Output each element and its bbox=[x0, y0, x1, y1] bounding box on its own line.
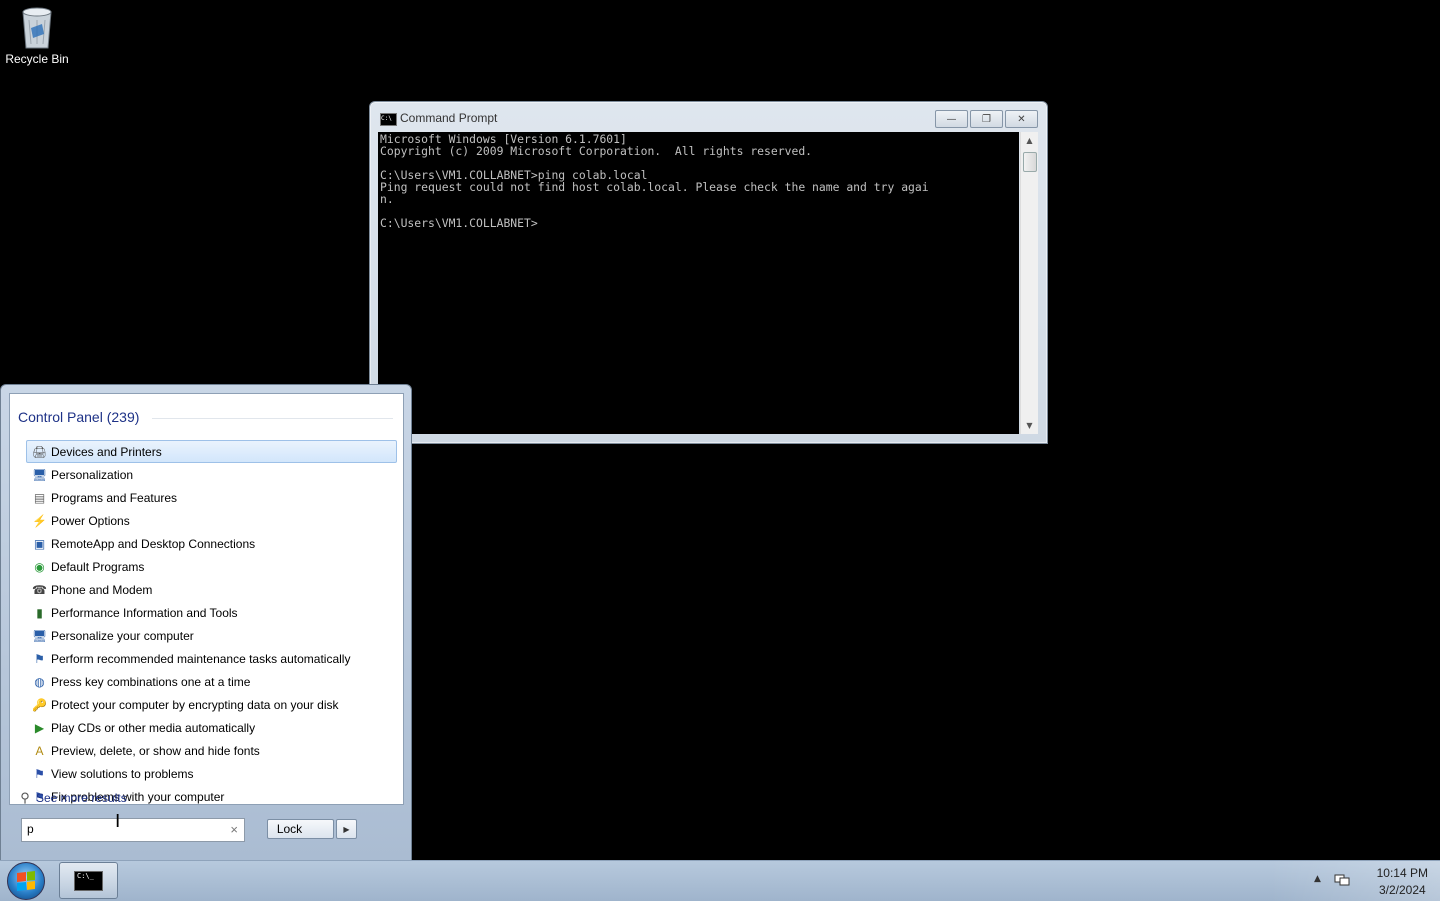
performance-icon: ▮ bbox=[36, 605, 43, 620]
restore-icon: ❐ bbox=[982, 113, 991, 125]
see-more-results-label: See more results bbox=[36, 791, 127, 805]
console-text: Microsoft Windows [Version 6.1.7601] Cop… bbox=[380, 132, 929, 230]
window-titlebar[interactable]: C:\ Command Prompt — ❐ ✕ bbox=[370, 102, 1047, 132]
result-item-label: Personalization bbox=[51, 467, 134, 482]
recycle-bin-label: Recycle Bin bbox=[5, 52, 69, 66]
result-item[interactable]: ⚑ View solutions to problems bbox=[26, 762, 397, 785]
result-item-label: Preview, delete, or show and hide fonts bbox=[51, 743, 260, 758]
power-icon: ⚡ bbox=[32, 513, 47, 528]
result-item[interactable]: ▤ Programs and Features bbox=[26, 486, 397, 509]
result-item[interactable]: ◍ Press key combinations one at a time bbox=[26, 670, 397, 693]
search-icon: ⚲ bbox=[20, 790, 30, 805]
clock-date: 3/2/2024 bbox=[1378, 883, 1426, 897]
result-item-label: Protect your computer by encrypting data… bbox=[51, 697, 339, 712]
printer-icon: 🖨 bbox=[31, 444, 48, 459]
window-controls: — ❐ ✕ bbox=[933, 110, 1038, 128]
recycle-bin-icon bbox=[18, 6, 56, 50]
notification-area: ▲ 10:14 PM 3/2/2024 bbox=[1270, 861, 1440, 901]
recycle-bin[interactable]: Recycle Bin bbox=[4, 6, 70, 66]
start-search-box[interactable]: × bbox=[21, 818, 245, 842]
result-item-label: View solutions to problems bbox=[51, 766, 194, 781]
minimize-button[interactable]: — bbox=[935, 110, 968, 128]
programs-icon: ▤ bbox=[33, 490, 46, 505]
result-item-label: Perform recommended maintenance tasks au… bbox=[51, 651, 351, 666]
search-results-pane: Control Panel (239) 🖨 Devices and Printer… bbox=[9, 393, 404, 805]
system-clock[interactable]: 10:14 PM 3/2/2024 bbox=[1377, 865, 1428, 899]
autoplay-icon: ▶ bbox=[34, 720, 45, 735]
shutdown-options-button[interactable]: ▶ bbox=[336, 819, 357, 839]
taskbar: C:\_ ▲ 10:14 PM 3/2/2024 bbox=[0, 860, 1440, 901]
result-item[interactable]: 🔑 Protect your computer by encrypting dat… bbox=[26, 693, 397, 716]
result-item[interactable]: 🖨 Devices and Printers bbox=[26, 440, 397, 463]
fonts-icon: A bbox=[35, 743, 44, 758]
see-more-results-link[interactable]: ⚲ See more results bbox=[18, 790, 127, 805]
result-item[interactable]: ☎ Phone and Modem bbox=[26, 578, 397, 601]
show-hidden-icons-icon[interactable]: ▲ bbox=[1314, 874, 1321, 884]
bitlocker-icon: 🔑 bbox=[32, 697, 47, 712]
scroll-thumb[interactable] bbox=[1023, 152, 1037, 172]
phone-icon: ☎ bbox=[32, 582, 47, 597]
vertical-scrollbar[interactable]: ▲ ▼ bbox=[1020, 132, 1038, 434]
default-programs-icon: ◉ bbox=[34, 559, 45, 574]
result-item-label: Press key combinations one at a time bbox=[51, 674, 251, 689]
monitor-icon: 🖥 bbox=[31, 628, 48, 643]
result-item[interactable]: 🖥 Personalize your computer bbox=[26, 624, 397, 647]
ease-of-access-icon: ◍ bbox=[34, 674, 45, 689]
result-item[interactable]: ▶ Play CDs or other media automatically bbox=[26, 716, 397, 739]
taskbar-command-prompt[interactable]: C:\_ bbox=[59, 862, 118, 899]
scroll-down-arrow-icon[interactable]: ▼ bbox=[1021, 417, 1038, 434]
monitor-icon: 🖥 bbox=[31, 467, 48, 482]
results-list: 🖨 Devices and Printers 🖥 Personalization ▤ Pr… bbox=[26, 440, 397, 808]
results-section-header[interactable]: Control Panel (239) bbox=[18, 409, 139, 425]
network-icon[interactable] bbox=[1334, 873, 1350, 887]
result-item-label: Phone and Modem bbox=[51, 582, 153, 597]
result-item[interactable]: ⚡ Power Options bbox=[26, 509, 397, 532]
result-item-label: RemoteApp and Desktop Connections bbox=[51, 536, 256, 551]
result-item-label: Power Options bbox=[51, 513, 130, 528]
window-title: Command Prompt bbox=[400, 111, 498, 125]
clear-search-icon[interactable]: × bbox=[230, 822, 238, 837]
cmd-app-icon: C:\ bbox=[380, 113, 397, 126]
command-prompt-window[interactable]: C:\ Command Prompt — ❐ ✕ Microsoft Windo… bbox=[369, 101, 1048, 444]
lock-label: Lock bbox=[276, 822, 303, 836]
restore-button[interactable]: ❐ bbox=[970, 110, 1003, 128]
result-item-label: Devices and Printers bbox=[51, 444, 162, 459]
minimize-icon: — bbox=[946, 113, 957, 125]
result-item-label: Default Programs bbox=[51, 559, 145, 574]
windows-logo-icon bbox=[17, 871, 35, 891]
result-item[interactable]: 🖥 Personalization bbox=[26, 463, 397, 486]
scroll-up-arrow-icon[interactable]: ▲ bbox=[1021, 132, 1038, 149]
chevron-right-icon: ▶ bbox=[343, 824, 350, 834]
start-button[interactable] bbox=[7, 862, 45, 900]
result-item-label: Personalize your computer bbox=[51, 628, 194, 643]
maintenance-icon: ⚑ bbox=[34, 651, 45, 666]
cmd-taskbar-icon: C:\_ bbox=[74, 871, 103, 891]
result-item[interactable]: ▣ RemoteApp and Desktop Connections bbox=[26, 532, 397, 555]
start-menu: Control Panel (239) 🖨 Devices and Printer… bbox=[0, 384, 412, 862]
result-item[interactable]: ▮ Performance Information and Tools bbox=[26, 601, 397, 624]
result-item-label: Performance Information and Tools bbox=[51, 605, 238, 620]
result-item[interactable]: A Preview, delete, or show and hide fonts bbox=[26, 739, 397, 762]
clock-time: 10:14 PM bbox=[1376, 866, 1428, 880]
flag-icon: ⚑ bbox=[34, 766, 45, 781]
close-icon: ✕ bbox=[1017, 113, 1026, 125]
close-button[interactable]: ✕ bbox=[1005, 110, 1038, 128]
result-item[interactable]: ⚑ Perform recommended maintenance tasks a… bbox=[26, 647, 397, 670]
result-item-label: Play CDs or other media automatically bbox=[51, 720, 256, 735]
text-cursor-icon: Ⅰ bbox=[115, 811, 121, 832]
lock-button[interactable]: Lock bbox=[267, 819, 334, 839]
result-item[interactable]: ◉ Default Programs bbox=[26, 555, 397, 578]
console-output[interactable]: Microsoft Windows [Version 6.1.7601] Cop… bbox=[378, 132, 1019, 434]
result-item-label: Programs and Features bbox=[51, 490, 178, 505]
remoteapp-icon: ▣ bbox=[33, 536, 46, 551]
section-divider bbox=[152, 418, 393, 419]
